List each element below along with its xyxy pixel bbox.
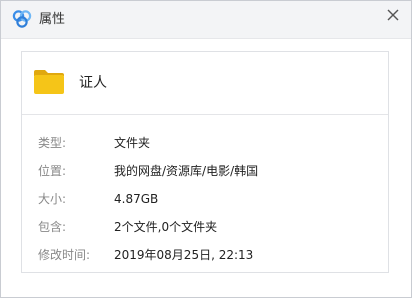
property-label: 位置: xyxy=(38,164,67,178)
folder-icon xyxy=(34,70,64,94)
property-value: 我的网盘/资源库/电影/韩国 xyxy=(114,164,259,178)
dialog-titlebar[interactable]: 属性 xyxy=(1,1,411,39)
property-row-size: 大小: 4.87GB xyxy=(22,185,388,213)
property-value: 2个文件,0个文件夹 xyxy=(114,220,218,234)
close-icon[interactable] xyxy=(384,6,402,24)
properties-panel: 证人 类型: 文件夹 位置: 我的网盘/资源库/电影/韩国 大小: 4.87GB… xyxy=(21,51,389,273)
properties-dialog: 属性 证人 类型: 文件夹 位置: 我的网盘/资源库/电影/韩国 大小: 4.8… xyxy=(0,0,412,298)
property-label: 大小: xyxy=(38,192,67,206)
property-value: 文件夹 xyxy=(114,136,151,150)
property-list: 类型: 文件夹 位置: 我的网盘/资源库/电影/韩国 大小: 4.87GB 包含… xyxy=(22,115,388,269)
item-name: 证人 xyxy=(79,75,107,91)
property-value: 4.87GB xyxy=(114,192,159,206)
property-row-type: 类型: 文件夹 xyxy=(22,129,388,157)
property-row-location: 位置: 我的网盘/资源库/电影/韩国 xyxy=(22,157,388,185)
property-label: 类型: xyxy=(38,136,67,150)
baidu-netdisk-logo-icon xyxy=(12,10,32,28)
item-header: 证人 xyxy=(22,52,388,115)
property-label: 修改时间: xyxy=(38,248,91,262)
property-row-modified: 修改时间: 2019年08月25日, 22:13 xyxy=(22,241,388,269)
dialog-title: 属性 xyxy=(39,12,66,27)
property-value: 2019年08月25日, 22:13 xyxy=(114,248,254,262)
property-label: 包含: xyxy=(38,220,67,234)
property-row-contains: 包含: 2个文件,0个文件夹 xyxy=(22,213,388,241)
